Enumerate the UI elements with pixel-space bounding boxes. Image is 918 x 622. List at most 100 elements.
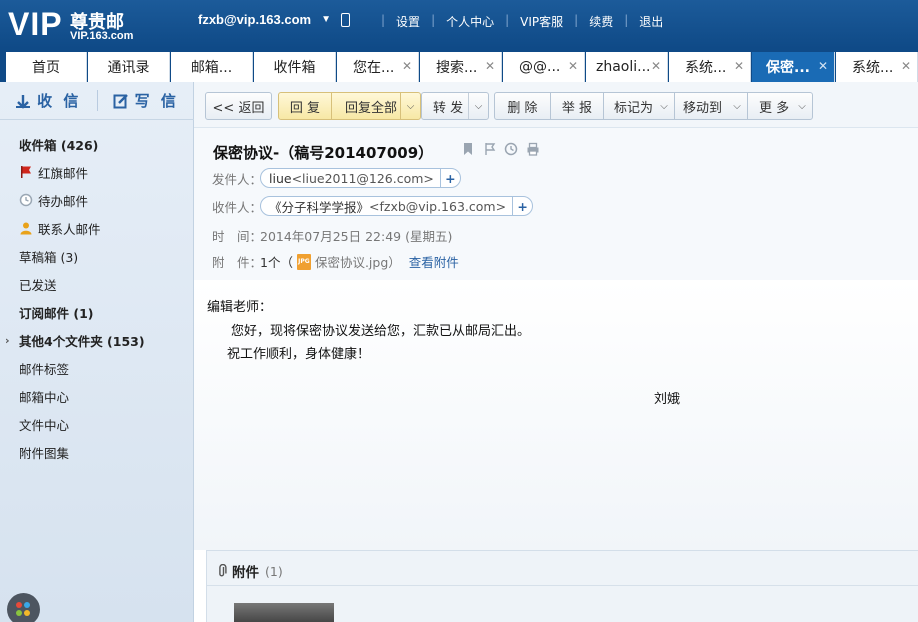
tab-mail[interactable]: @@... ✕ [503,52,585,82]
chevron-right-icon[interactable]: › [5,334,10,347]
renew-link[interactable]: 续费 [589,13,613,30]
sidebar-item-file-center[interactable]: 文件中心 [0,410,194,438]
sidebar-item-sent[interactable]: 已发送 [0,270,194,298]
attachment-label: 附 件： [212,255,263,270]
sidebar-item-todo[interactable]: 待办邮件 [0,186,194,214]
tab-inbox[interactable]: 收件箱 [254,52,336,82]
sidebar-item-label: 附件图集 [19,445,70,461]
person-icon [20,222,32,235]
divider: | [624,13,629,27]
vip-service-link[interactable]: VIP客服 [520,13,563,30]
sidebar-item-mail-center[interactable]: 邮箱中心 [0,382,194,410]
user-email[interactable]: fzxb@vip.163.com [198,12,311,27]
sidebar-item-label: 其他4个文件夹 (153) [19,333,145,349]
logout-link[interactable]: 退出 [639,13,663,30]
forward-button[interactable]: 转 发 ⌵ [421,92,489,120]
reply-label: 回 复 [289,100,321,116]
mail-toolbar: << 返回 回 复 回复全部 ⌵ 转 发 ⌵ 删 除 举 报 标记为 ⌵ 移动到 ⌵ 更… [194,82,918,128]
reply-button[interactable]: 回 复 [278,92,332,120]
sidebar-item-other-folders[interactable]: › 其他4个文件夹 (153) [0,326,194,354]
from-row: 发件人： liue <liue2011@126.com> + [212,168,461,188]
recipient-chip[interactable]: 《分子科学学报》 <fzxb@vip.163.com> + [260,196,534,216]
sidebar-item-mail-tags[interactable]: 邮件标签 [0,354,194,382]
close-icon[interactable]: ✕ [818,59,828,73]
chevron-down-icon[interactable]: ⌵ [792,93,812,119]
clock-icon [19,193,33,207]
folder-list: 收件箱 (426) 红旗邮件 待办邮件 联系人邮件 草稿箱 (3) 已发送 订阅… [0,130,194,466]
tab-search[interactable]: 搜索... ✕ [420,52,502,82]
close-icon[interactable]: ✕ [568,59,578,73]
tab-system[interactable]: 系统... ✕ [836,52,918,82]
close-icon[interactable]: ✕ [901,59,911,73]
mobile-phone-icon[interactable] [341,12,351,27]
attachment-row: 附 件： 1个（ JPG 保密协议.jpg ） 查看附件 [212,252,459,271]
receive-icon [16,94,31,109]
back-button[interactable]: << 返回 [205,92,272,120]
bookmark-icon[interactable] [462,142,474,156]
tab-mail[interactable]: zhaoli... ✕ [586,52,668,82]
tab-home[interactable]: 首页 [6,52,87,82]
compose-button[interactable]: 写 信 [98,82,195,119]
attachment-count: 1个（ [260,255,293,270]
delete-button[interactable]: 删 除 [494,92,551,120]
receive-button[interactable]: 收 信 [0,82,97,119]
account-menu[interactable]: fzxb@vip.163.com ▼ [198,12,351,27]
print-icon[interactable] [526,142,540,156]
sender-chip[interactable]: liue <liue2011@126.com> + [260,168,461,188]
more-button[interactable]: 更 多 ⌵ [747,92,813,120]
sidebar-item-inbox[interactable]: 收件箱 (426) [0,130,194,158]
flag-icon[interactable] [484,142,496,156]
report-label: 举 报 [561,100,593,116]
forward-label: 转 发 [433,100,464,116]
view-attachment-link[interactable]: 查看附件 [409,252,459,271]
chevron-down-icon[interactable]: ⌵ [400,93,420,119]
close-icon[interactable]: ✕ [651,59,661,73]
tab-label: 保密... [766,60,810,76]
add-contact-icon[interactable]: + [512,197,532,215]
divider: | [381,13,386,27]
chevron-down-icon[interactable]: ⌵ [468,93,488,119]
chevron-down-icon[interactable]: ⌵ [727,93,747,119]
body-line: 祝工作顺利，身体健康！ [227,347,371,362]
sidebar-item-attachment-gallery[interactable]: 附件图集 [0,438,194,466]
compose-row: 收 信 写 信 [0,82,194,120]
personal-center-link[interactable]: 个人中心 [446,13,494,30]
close-icon[interactable]: ✕ [734,59,744,73]
jpg-file-icon: JPG [296,253,311,270]
mark-as-button[interactable]: 标记为 ⌵ [603,92,675,120]
time-row: 时 间： 2014年07月25日 22:49 (星期五) [212,226,452,245]
chevron-down-icon[interactable]: ▼ [321,14,331,25]
close-icon[interactable]: ✕ [402,59,412,73]
sidebar-item-label: 红旗邮件 [38,165,89,181]
sidebar-item-red-flag[interactable]: 红旗邮件 [0,158,194,186]
tab-active-mail[interactable]: 保密... ✕ [752,52,835,82]
tab-label: 收件箱 [273,60,316,76]
report-button[interactable]: 举 报 [550,92,604,120]
divider: | [431,13,436,27]
app-grid-icon [16,610,22,616]
tab-mail[interactable]: 您在... ✕ [337,52,419,82]
sidebar-item-drafts[interactable]: 草稿箱 (3) [0,242,194,270]
settings-link[interactable]: 设置 [396,13,420,30]
close-icon[interactable]: ✕ [485,59,495,73]
add-contact-icon[interactable]: + [439,169,460,187]
sidebar-item-contacts-mail[interactable]: 联系人邮件 [0,214,194,242]
clock-icon[interactable] [504,142,518,156]
attachment-filename[interactable]: 保密协议.jpg [315,252,388,271]
reply-all-button[interactable]: 回复全部 ⌵ [331,92,421,120]
sidebar: 收 信 写 信 收件箱 (426) 红旗邮件 待办邮件 联系人邮件 草稿箱 (3… [0,82,194,622]
move-to-label: 移动到 [683,100,723,116]
move-to-button[interactable]: 移动到 ⌵ [674,92,748,120]
chevron-down-icon[interactable]: ⌵ [654,93,674,119]
tab-label: 系统... [852,60,894,76]
sidebar-item-subscriptions[interactable]: 订阅邮件 (1) [0,298,194,326]
sidebar-item-label: 已发送 [19,277,57,293]
attachment-thumbnail[interactable] [234,603,334,622]
body-signature: 刘娥 [654,392,681,407]
sidebar-item-label: 邮箱中心 [19,389,70,405]
tab-contacts[interactable]: 通讯录 [88,52,170,82]
tab-system[interactable]: 系统... ✕ [669,52,751,82]
compose-icon [113,93,128,108]
app-grid-button[interactable] [7,593,40,622]
tab-mailbox[interactable]: 邮箱... [171,52,253,82]
